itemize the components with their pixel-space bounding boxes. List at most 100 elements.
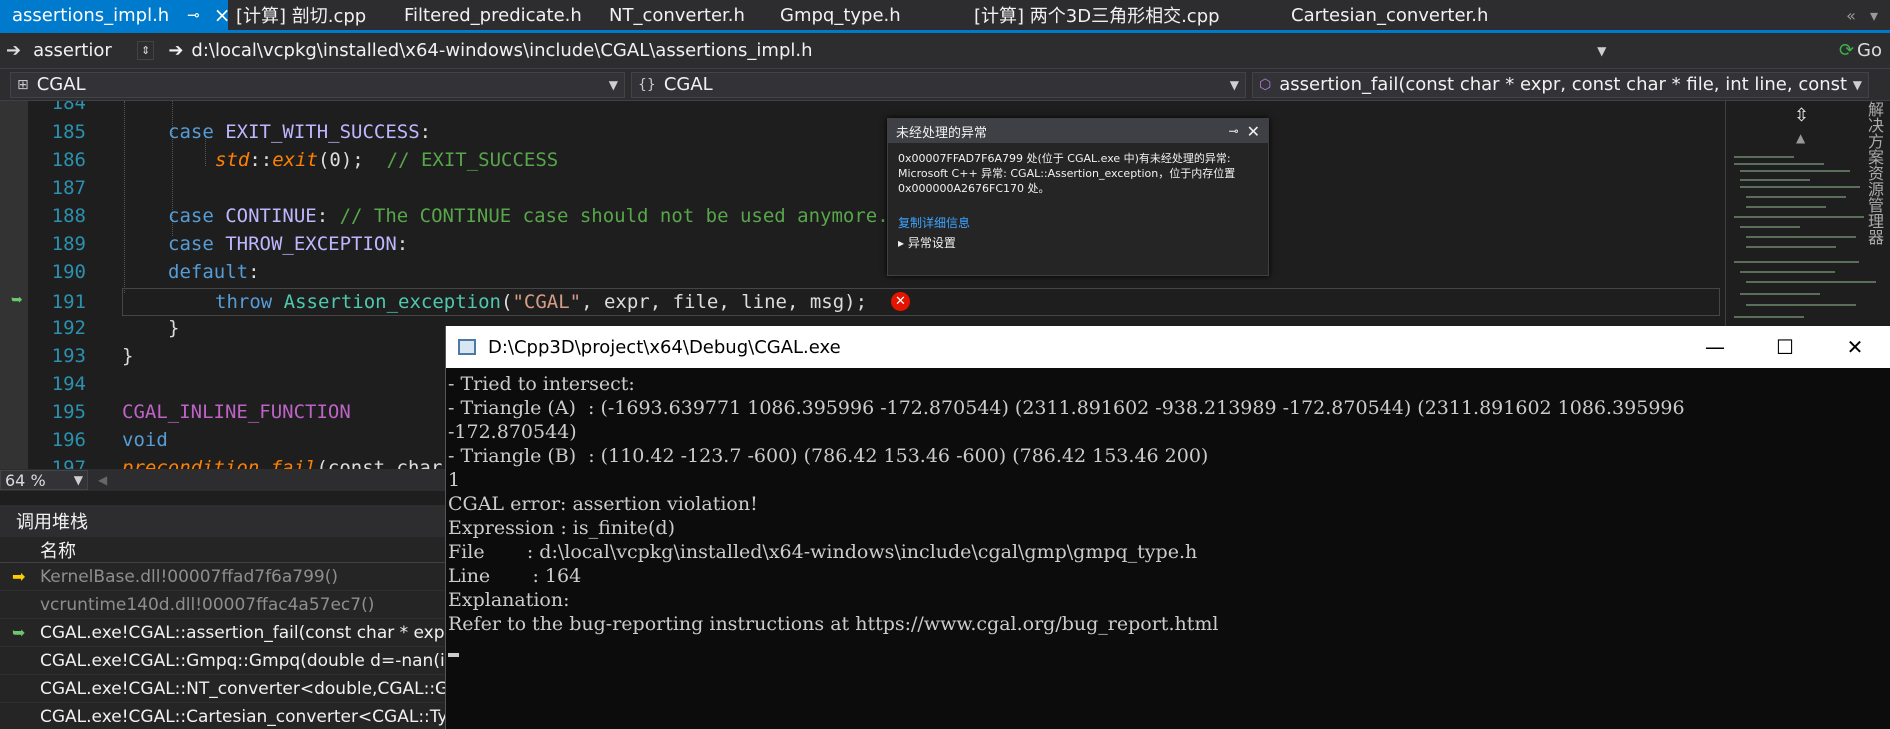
unhandled-exception-popup: 未经处理的异常 ⊸ ✕ 0x00007FFAD7F6A799 处(位于 CGAL… bbox=[887, 118, 1269, 276]
punctuation: , expr, file, line, msg); bbox=[581, 291, 868, 313]
column-header-name[interactable]: 名称 bbox=[0, 537, 445, 563]
exception-message: 0x00007FFAD7F6A799 处(位于 CGAL.exe 中)有未经处理… bbox=[898, 152, 1231, 165]
maximize-button[interactable]: ☐ bbox=[1750, 326, 1820, 368]
stack-frame[interactable]: ➥ CGAL.exe!CGAL::assertion_fail(const ch… bbox=[0, 619, 445, 647]
punctuation: : bbox=[248, 261, 260, 283]
tab-menu-icon[interactable]: ▾ bbox=[1870, 6, 1878, 25]
console-window[interactable]: D:\Cpp3D\project\x64\Debug\CGAL.exe — ☐ … bbox=[445, 326, 1890, 729]
minimap-line bbox=[1740, 170, 1850, 172]
minimap-line bbox=[1746, 206, 1826, 208]
chevron-down-icon: ▼ bbox=[73, 473, 83, 487]
frame-text: CGAL.exe!CGAL::assertion_fail(const char… bbox=[40, 622, 445, 643]
minimap-line bbox=[1746, 246, 1836, 248]
scroll-up-icon[interactable]: ▲ bbox=[1796, 131, 1805, 145]
tab-label: [计算] 剖切.cpp bbox=[236, 6, 367, 27]
chevron-down-icon: ▼ bbox=[1852, 77, 1862, 92]
code-line: 188 case CONTINUE: // The CONTINUE case … bbox=[0, 202, 1725, 230]
scroll-left-icon[interactable]: ◀ bbox=[98, 473, 107, 487]
stack-frame[interactable]: CGAL.exe!CGAL::Gmpq::Gmpq(double d=-nan(… bbox=[0, 647, 445, 675]
chevron-down-icon: ▼ bbox=[1229, 77, 1239, 92]
frame-text: CGAL.exe!CGAL::Cartesian_converter<CGAL:… bbox=[40, 706, 445, 727]
comment: // The CONTINUE case should not be used … bbox=[328, 205, 889, 227]
scroll-tabs-icon[interactable]: « bbox=[1846, 6, 1856, 25]
minimize-button[interactable]: — bbox=[1680, 326, 1750, 368]
stack-frame[interactable]: ➡ KernelBase.dll!00007ffad7f6a799() bbox=[0, 563, 445, 591]
console-line: CGAL error: assertion violation! bbox=[448, 493, 758, 515]
navigation-bar: ➔ assertior ⇕ ➔ d:\local\vcpkg\installed… bbox=[0, 33, 1890, 69]
string-literal: "CGAL" bbox=[512, 291, 582, 313]
popup-title: 未经处理的异常 bbox=[896, 125, 988, 141]
chevron-down-icon: ▼ bbox=[608, 77, 618, 92]
tab-pouqie[interactable]: [计算] 剖切.cpp bbox=[236, 0, 404, 30]
error-icon[interactable]: ✕ bbox=[891, 292, 910, 311]
current-frame-arrow-icon: ➡ bbox=[12, 567, 26, 586]
line-number: 194 bbox=[51, 373, 86, 395]
exception-settings-toggle[interactable]: ▸ 异常设置 bbox=[898, 236, 1258, 251]
tab-filtered-predicate[interactable]: Filtered_predicate.h bbox=[404, 0, 609, 30]
tab-overflow-area: « ▾ bbox=[1846, 0, 1890, 30]
go-button[interactable]: ⟳ Go bbox=[1839, 40, 1890, 61]
spin-icon[interactable]: ⇕ bbox=[137, 41, 155, 60]
close-icon[interactable]: × bbox=[214, 3, 231, 27]
go-label: Go bbox=[1857, 40, 1882, 61]
file-path-dropdown[interactable]: ➔ d:\local\vcpkg\installed\x64-windows\i… bbox=[162, 37, 1612, 65]
pin-icon[interactable]: ⊸ bbox=[187, 6, 200, 24]
punctuation: ( bbox=[500, 291, 513, 313]
keyword: default bbox=[168, 261, 249, 283]
stack-frame[interactable]: CGAL.exe!CGAL::Cartesian_converter<CGAL:… bbox=[0, 703, 445, 729]
namespace-dropdown[interactable]: {} CGAL ▼ bbox=[631, 71, 1246, 98]
punctuation: (const char bbox=[316, 457, 443, 469]
keyword: throw bbox=[215, 291, 284, 313]
tab-assertions-impl[interactable]: assertions_impl.h ⊸ × bbox=[0, 0, 231, 30]
file-path: d:\local\vcpkg\installed\x64-windows\inc… bbox=[191, 40, 813, 61]
console-line: - Triangle (A) : (-1693.639771 1086.3959… bbox=[448, 397, 1685, 419]
type-name: Assertion_exception bbox=[283, 291, 501, 313]
minimap-line bbox=[1734, 261, 1859, 263]
panel-title: 调用堆栈 bbox=[0, 505, 445, 537]
code-text: } bbox=[122, 345, 134, 367]
tab-label: Cartesian_converter.h bbox=[1291, 4, 1489, 26]
split-window-icon[interactable]: ⇳ bbox=[1794, 105, 1809, 126]
punctuation: :: bbox=[249, 149, 273, 171]
console-cursor bbox=[448, 653, 459, 657]
punctuation: : bbox=[419, 121, 432, 143]
punctuation: : bbox=[316, 205, 329, 227]
solution-explorer-side-tab[interactable]: 解决方案资源管理器 bbox=[1865, 101, 1886, 245]
document-tab-bar: assertions_impl.h ⊸ × [计算] 剖切.cpp Filter… bbox=[0, 0, 1890, 33]
line-number: 191 bbox=[51, 291, 86, 313]
console-title-bar[interactable]: D:\Cpp3D\project\x64\Debug\CGAL.exe — ☐ … bbox=[446, 326, 1890, 368]
pin-icon[interactable]: ⊸ bbox=[1229, 124, 1239, 138]
tab-gmpq-type[interactable]: Gmpq_type.h bbox=[780, 0, 974, 30]
tab-nt-converter[interactable]: NT_converter.h bbox=[609, 0, 780, 30]
tab-cartesian-converter[interactable]: Cartesian_converter.h bbox=[1291, 0, 1521, 30]
line-number: 197 bbox=[51, 457, 86, 469]
arrow-right-icon[interactable]: ➔ bbox=[0, 40, 27, 61]
line-number: 188 bbox=[51, 205, 86, 227]
project-scope-dropdown[interactable]: ⊞ CGAL ▼ bbox=[10, 71, 625, 98]
line-number: 187 bbox=[51, 177, 86, 199]
stack-frame[interactable]: CGAL.exe!CGAL::NT_converter<double,CGAL:… bbox=[0, 675, 445, 703]
project-dropdown[interactable]: assertior bbox=[27, 37, 137, 65]
close-icon[interactable]: ✕ bbox=[1247, 122, 1260, 141]
minimap-line bbox=[1740, 271, 1835, 273]
zoom-dropdown[interactable]: 64 % ▼ bbox=[0, 470, 88, 490]
chevron-down-icon: ▼ bbox=[1597, 43, 1607, 58]
function-dropdown[interactable]: ⬡ assertion_fail(const char * expr, cons… bbox=[1252, 71, 1869, 98]
copy-details-link[interactable]: 复制详细信息 bbox=[898, 216, 1258, 231]
minimap-line bbox=[1746, 281, 1876, 283]
tab-triangle-intersect[interactable]: [计算] 两个3D三角形相交.cpp bbox=[974, 0, 1291, 30]
minimap-line bbox=[1746, 304, 1856, 306]
method-icon: ⬡ bbox=[1259, 76, 1272, 93]
line-number: 193 bbox=[51, 345, 86, 367]
close-button[interactable]: ✕ bbox=[1820, 326, 1890, 368]
call-stack-panel: 调用堆栈 名称 ➡ KernelBase.dll!00007ffad7f6a79… bbox=[0, 505, 445, 729]
scope-namespace: CGAL bbox=[663, 74, 713, 95]
popup-header: 未经处理的异常 ⊸ ✕ bbox=[888, 119, 1268, 143]
window-controls: — ☐ ✕ bbox=[1680, 326, 1890, 368]
console-line: Refer to the bug-reporting instructions … bbox=[448, 613, 1219, 635]
namespace-icon: {} bbox=[638, 76, 656, 93]
keyword: case bbox=[168, 205, 226, 227]
stack-frame[interactable]: vcruntime140d.dll!00007ffac4a57ec7() bbox=[0, 591, 445, 619]
console-title: D:\Cpp3D\project\x64\Debug\CGAL.exe bbox=[488, 336, 841, 358]
visual-studio-window: assertions_impl.h ⊸ × [计算] 剖切.cpp Filter… bbox=[0, 0, 1890, 729]
